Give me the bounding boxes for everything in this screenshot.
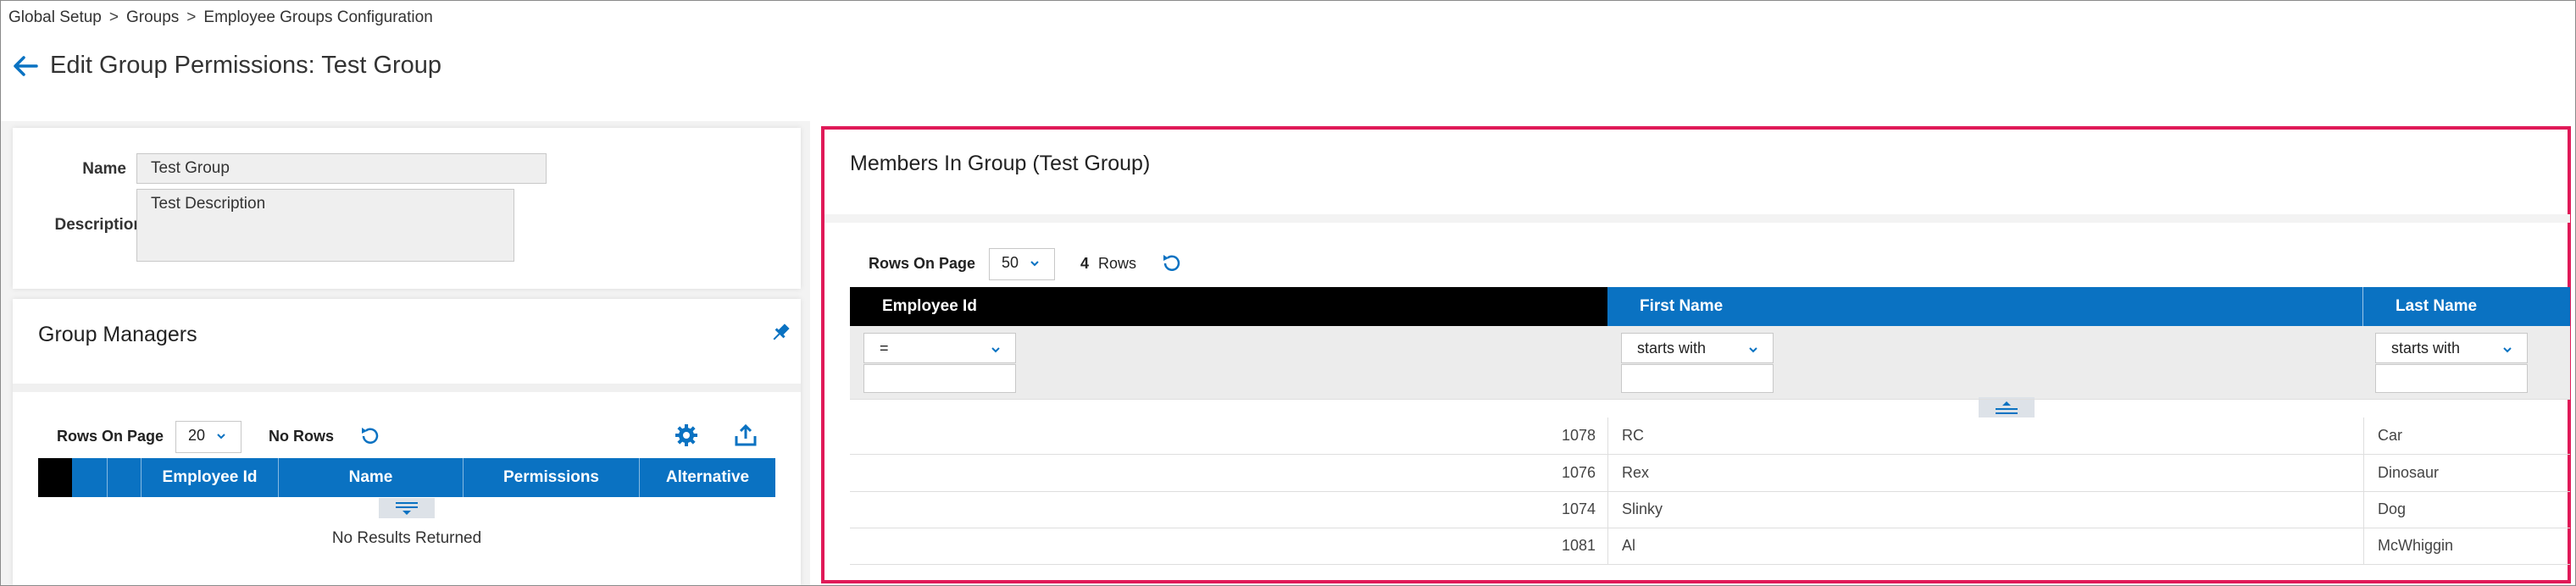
employee-id-cell: 1076: [1561, 464, 1596, 481]
managers-empty-message: No Results Returned: [331, 529, 482, 547]
employee-id-filter-operator-value: =: [880, 340, 889, 357]
chevron-down-icon: [217, 434, 225, 440]
members-row-count-text: 4 Rows: [1080, 255, 1136, 273]
first-name-cell: Rex: [1607, 455, 2378, 491]
members-rows-on-page-select[interactable]: 50: [989, 248, 1055, 280]
arrow-left-icon: [14, 56, 38, 76]
managers-select-column[interactable]: [38, 458, 72, 497]
refresh-icon: [362, 428, 379, 444]
name-field[interactable]: Test Group: [136, 153, 547, 184]
page: Global Setup > Groups > Employee Groups Conf…: [0, 0, 2576, 586]
panel-divider: [824, 214, 2570, 223]
employee-id-cell: 1081: [1561, 537, 1596, 554]
employee-id-filter-input[interactable]: [863, 364, 1016, 393]
group-managers-panel: Group Managers Rows On Page 20 No Rows E…: [13, 299, 801, 585]
members-title: Members In Group (Test Group): [850, 152, 1151, 175]
back-button[interactable]: [11, 53, 40, 79]
expand-filter-icon: [396, 502, 418, 515]
managers-rows-status: No Rows: [269, 428, 335, 445]
last-name-cell: Dinosaur: [2363, 455, 2575, 491]
managers-column-blank: [72, 458, 108, 497]
members-rows-on-page-value: 50: [1002, 254, 1019, 271]
employee-id-filter-operator[interactable]: =: [863, 333, 1016, 363]
members-column-first-name[interactable]: First Name: [1607, 287, 2363, 326]
members-grid-header: Employee Id First Name Last Name: [850, 287, 2570, 326]
panel-divider: [13, 384, 801, 392]
first-name-filter-operator-value: starts with: [1637, 340, 1707, 357]
table-row[interactable]: 1081 Al McWhiggin: [850, 528, 2570, 565]
breadcrumb: Global Setup > Groups > Employee Groups Conf…: [8, 8, 433, 27]
members-row-count: 4: [1080, 255, 1090, 272]
description-field[interactable]: Test Description: [136, 189, 514, 262]
managers-column-name[interactable]: Name: [279, 458, 464, 497]
members-refresh-button[interactable]: [1160, 252, 1184, 275]
first-name-cell: RC: [1607, 417, 2378, 454]
managers-rows-on-page-value: 20: [188, 427, 206, 444]
last-name-cell: Dog: [2363, 491, 2575, 528]
last-name-cell: Car: [2363, 417, 2575, 454]
breadcrumb-current: Employee Groups Configuration: [203, 8, 433, 26]
first-name-filter-operator[interactable]: starts with: [1621, 333, 1774, 363]
breadcrumb-separator: >: [186, 8, 197, 26]
description-label: Description: [54, 216, 143, 234]
refresh-icon: [1163, 255, 1180, 271]
managers-rows-on-page-label: Rows On Page: [57, 428, 164, 445]
pin-icon: [773, 323, 790, 340]
last-name-filter-operator[interactable]: starts with: [2375, 333, 2528, 363]
chevron-down-icon: [1030, 261, 1039, 267]
managers-column-alternative[interactable]: Alternative: [640, 458, 775, 497]
row-divider: [850, 399, 2570, 400]
members-rows-word: Rows: [1098, 255, 1137, 272]
chevron-down-icon: [991, 347, 1000, 353]
table-row[interactable]: 1074 Slinky Dog: [850, 491, 2570, 528]
members-column-employee-id[interactable]: Employee Id: [850, 287, 1607, 326]
employee-id-cell: 1074: [1561, 500, 1596, 517]
chevron-down-icon: [2503, 347, 2512, 353]
last-name-filter-operator-value: starts with: [2391, 340, 2461, 357]
pin-button[interactable]: [769, 321, 792, 345]
first-name-cell: Al: [1607, 528, 2378, 564]
members-in-group-panel: Members In Group (Test Group) Rows On Pa…: [821, 126, 2571, 583]
managers-grid-header: Employee Id Name Permissions Alternative: [38, 458, 775, 497]
first-name-cell: Slinky: [1607, 491, 2378, 528]
members-collapse-filter-button[interactable]: [1979, 397, 2035, 417]
breadcrumb-separator: >: [108, 8, 119, 26]
managers-column-blank: [108, 458, 142, 497]
managers-export-button[interactable]: [733, 423, 758, 448]
employee-id-cell: 1078: [1561, 427, 1596, 444]
table-row[interactable]: 1076 Rex Dinosaur: [850, 455, 2570, 492]
group-info-panel: Name Test Group Description Test Descrip…: [13, 128, 801, 289]
managers-column-permissions[interactable]: Permissions: [464, 458, 640, 497]
managers-expand-filter-button[interactable]: [379, 498, 435, 518]
managers-rows-on-page-select[interactable]: 20: [175, 421, 242, 453]
breadcrumb-groups[interactable]: Groups: [126, 8, 179, 26]
chevron-down-icon: [1749, 347, 1757, 353]
managers-settings-button[interactable]: [674, 423, 699, 448]
collapse-filter-icon: [1996, 401, 2018, 414]
gear-icon: [675, 424, 697, 446]
members-rows-on-page-label: Rows On Page: [869, 255, 976, 272]
table-row[interactable]: 1078 RC Car: [850, 417, 2570, 455]
last-name-filter-input[interactable]: [2375, 364, 2528, 393]
members-column-last-name[interactable]: Last Name: [2363, 287, 2570, 326]
managers-refresh-button[interactable]: [358, 424, 382, 448]
export-icon: [735, 423, 757, 446]
first-name-filter-input[interactable]: [1621, 364, 1774, 393]
breadcrumb-global-setup[interactable]: Global Setup: [8, 8, 102, 26]
group-managers-title: Group Managers: [38, 323, 197, 346]
name-label: Name: [82, 160, 126, 178]
managers-column-employee-id[interactable]: Employee Id: [142, 458, 279, 497]
last-name-cell: McWhiggin: [2363, 528, 2575, 564]
page-title: Edit Group Permissions: Test Group: [50, 52, 442, 79]
